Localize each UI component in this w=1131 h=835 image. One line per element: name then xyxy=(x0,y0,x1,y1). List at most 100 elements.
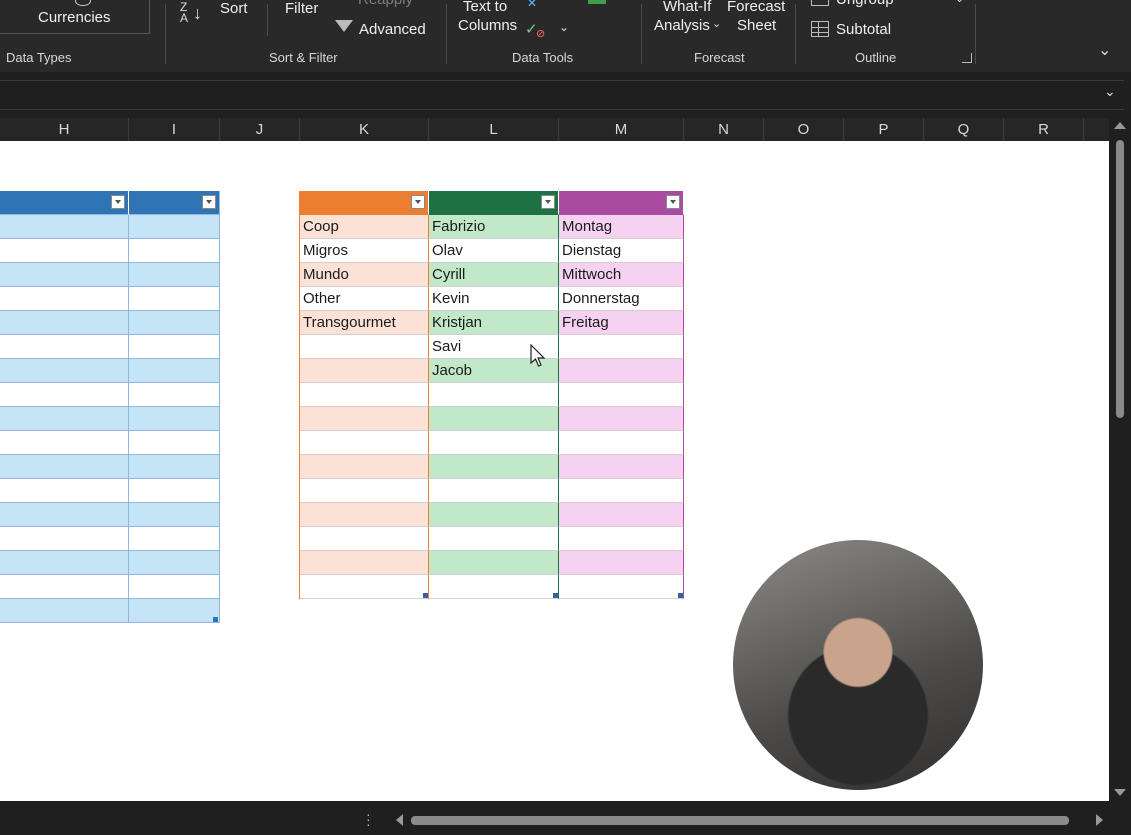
column-header-q[interactable]: Q xyxy=(924,118,1004,141)
workshop-order-cell[interactable] xyxy=(0,407,129,431)
anzahl-cell[interactable] xyxy=(129,287,220,311)
table-header-weekday-list[interactable] xyxy=(559,191,684,215)
weekday-list-cell[interactable] xyxy=(559,503,684,527)
weekday-list-cell[interactable] xyxy=(559,383,684,407)
workshop-order-cell[interactable] xyxy=(0,551,129,575)
currencies-button[interactable]: Currencies xyxy=(0,0,150,34)
sort-button[interactable]: Sort xyxy=(220,0,248,17)
scroll-right-arrow-icon[interactable] xyxy=(1096,814,1103,826)
weekday-list-cell[interactable] xyxy=(559,407,684,431)
workshop-order-cell[interactable] xyxy=(0,599,129,623)
weekday-list-cell[interactable] xyxy=(559,431,684,455)
column-header-j[interactable]: J xyxy=(220,118,300,141)
column-header-m[interactable]: M xyxy=(559,118,684,141)
workshop-order-cell[interactable] xyxy=(0,287,129,311)
anzahl-cell[interactable] xyxy=(129,407,220,431)
filter-dropdown-icon[interactable] xyxy=(541,195,555,209)
weekday-list-cell[interactable]: Mittwoch xyxy=(559,263,684,287)
anzahl-cell[interactable] xyxy=(129,431,220,455)
employee-list-cell[interactable] xyxy=(429,431,559,455)
column-header-l[interactable]: L xyxy=(429,118,559,141)
customer-list-cell[interactable]: Other xyxy=(300,287,429,311)
employee-list-cell[interactable] xyxy=(429,479,559,503)
customer-list-cell[interactable]: Coop xyxy=(300,215,429,239)
horizontal-scroll-thumb[interactable] xyxy=(411,816,1069,825)
anzahl-cell[interactable] xyxy=(129,575,220,599)
employee-list-cell[interactable] xyxy=(429,551,559,575)
reapply-button[interactable]: Reapply xyxy=(358,0,413,8)
employee-list-cell[interactable] xyxy=(429,503,559,527)
table-header-customer-list[interactable] xyxy=(300,191,429,215)
vertical-scrollbar[interactable] xyxy=(1109,118,1131,801)
table-resize-handle-icon[interactable] xyxy=(423,593,428,598)
customer-list-cell[interactable] xyxy=(300,359,429,383)
filter-dropdown-icon[interactable] xyxy=(111,195,125,209)
workshop-order-cell[interactable] xyxy=(0,215,129,239)
table-header-anzahl[interactable] xyxy=(129,191,220,215)
weekday-list-cell[interactable] xyxy=(559,479,684,503)
workshop-order-cell[interactable] xyxy=(0,383,129,407)
anzahl-cell[interactable] xyxy=(129,215,220,239)
table-resize-handle-icon[interactable] xyxy=(678,593,683,598)
anzahl-cell[interactable] xyxy=(129,383,220,407)
employee-list-cell[interactable] xyxy=(429,575,559,599)
customer-list-cell[interactable] xyxy=(300,335,429,359)
table-resize-handle-icon[interactable] xyxy=(553,593,558,598)
customer-list-cell[interactable] xyxy=(300,503,429,527)
customer-list-cell[interactable] xyxy=(300,383,429,407)
weekday-list-cell[interactable] xyxy=(559,335,684,359)
column-header-o[interactable]: O xyxy=(764,118,844,141)
customer-list-cell[interactable] xyxy=(300,407,429,431)
weekday-list-cell[interactable] xyxy=(559,527,684,551)
formula-bar-expand-icon[interactable]: ⌄ xyxy=(1104,83,1116,100)
column-header-p[interactable]: P xyxy=(844,118,924,141)
customer-list-cell[interactable]: Migros xyxy=(300,239,429,263)
relationships-icon[interactable] xyxy=(588,0,606,4)
ribbon-collapse-chevron-icon[interactable]: ⌄ xyxy=(1098,40,1111,60)
customer-list-cell[interactable] xyxy=(300,431,429,455)
anzahl-cell[interactable] xyxy=(129,479,220,503)
subtotal-button[interactable]: Subtotal xyxy=(836,21,891,38)
employee-list-cell[interactable] xyxy=(429,383,559,407)
workshop-order-cell[interactable] xyxy=(0,479,129,503)
customer-list-cell[interactable] xyxy=(300,527,429,551)
formula-bar[interactable]: ⌄ xyxy=(0,80,1124,110)
column-header-h[interactable]: H xyxy=(0,118,129,141)
anzahl-cell[interactable] xyxy=(129,551,220,575)
weekday-list-cell[interactable]: Dienstag xyxy=(559,239,684,263)
workshop-order-cell[interactable] xyxy=(0,527,129,551)
workshop-order-cell[interactable] xyxy=(0,263,129,287)
workshop-order-cell[interactable] xyxy=(0,239,129,263)
scroll-up-arrow-icon[interactable] xyxy=(1114,122,1126,129)
filter-dropdown-icon[interactable] xyxy=(411,195,425,209)
filter-dropdown-icon[interactable] xyxy=(202,195,216,209)
anzahl-cell[interactable] xyxy=(129,503,220,527)
employee-list-cell[interactable] xyxy=(429,527,559,551)
workshop-order-cell[interactable] xyxy=(0,335,129,359)
table-header-employee-list[interactable] xyxy=(429,191,559,215)
sort-az-icon[interactable]: ZA xyxy=(180,1,188,24)
customer-list-cell[interactable] xyxy=(300,551,429,575)
anzahl-cell[interactable] xyxy=(129,599,220,623)
filter-dropdown-icon[interactable] xyxy=(666,195,680,209)
customer-list-cell[interactable] xyxy=(300,575,429,599)
workshop-order-cell[interactable] xyxy=(0,503,129,527)
customer-list-cell[interactable] xyxy=(300,479,429,503)
outline-dialog-launcher-icon[interactable] xyxy=(962,53,972,63)
weekday-list-cell[interactable]: Freitag xyxy=(559,311,684,335)
workshop-order-cell[interactable] xyxy=(0,311,129,335)
column-header-n[interactable]: N xyxy=(684,118,764,141)
workshop-order-cell[interactable] xyxy=(0,359,129,383)
column-header-k[interactable]: K xyxy=(300,118,429,141)
employee-list-cell[interactable]: Olav xyxy=(429,239,559,263)
workshop-order-cell[interactable] xyxy=(0,431,129,455)
ungroup-button[interactable]: Ungroup xyxy=(836,0,894,8)
column-header-r[interactable]: R xyxy=(1004,118,1084,141)
employee-list-cell[interactable]: Cyrill xyxy=(429,263,559,287)
anzahl-cell[interactable] xyxy=(129,335,220,359)
workshop-order-cell[interactable] xyxy=(0,455,129,479)
advanced-button[interactable]: Advanced xyxy=(359,21,426,38)
dropdown-chevron-icon[interactable]: ⌄ xyxy=(559,20,569,34)
filter-button[interactable]: Filter xyxy=(285,0,318,17)
weekday-list-cell[interactable]: Donnerstag xyxy=(559,287,684,311)
